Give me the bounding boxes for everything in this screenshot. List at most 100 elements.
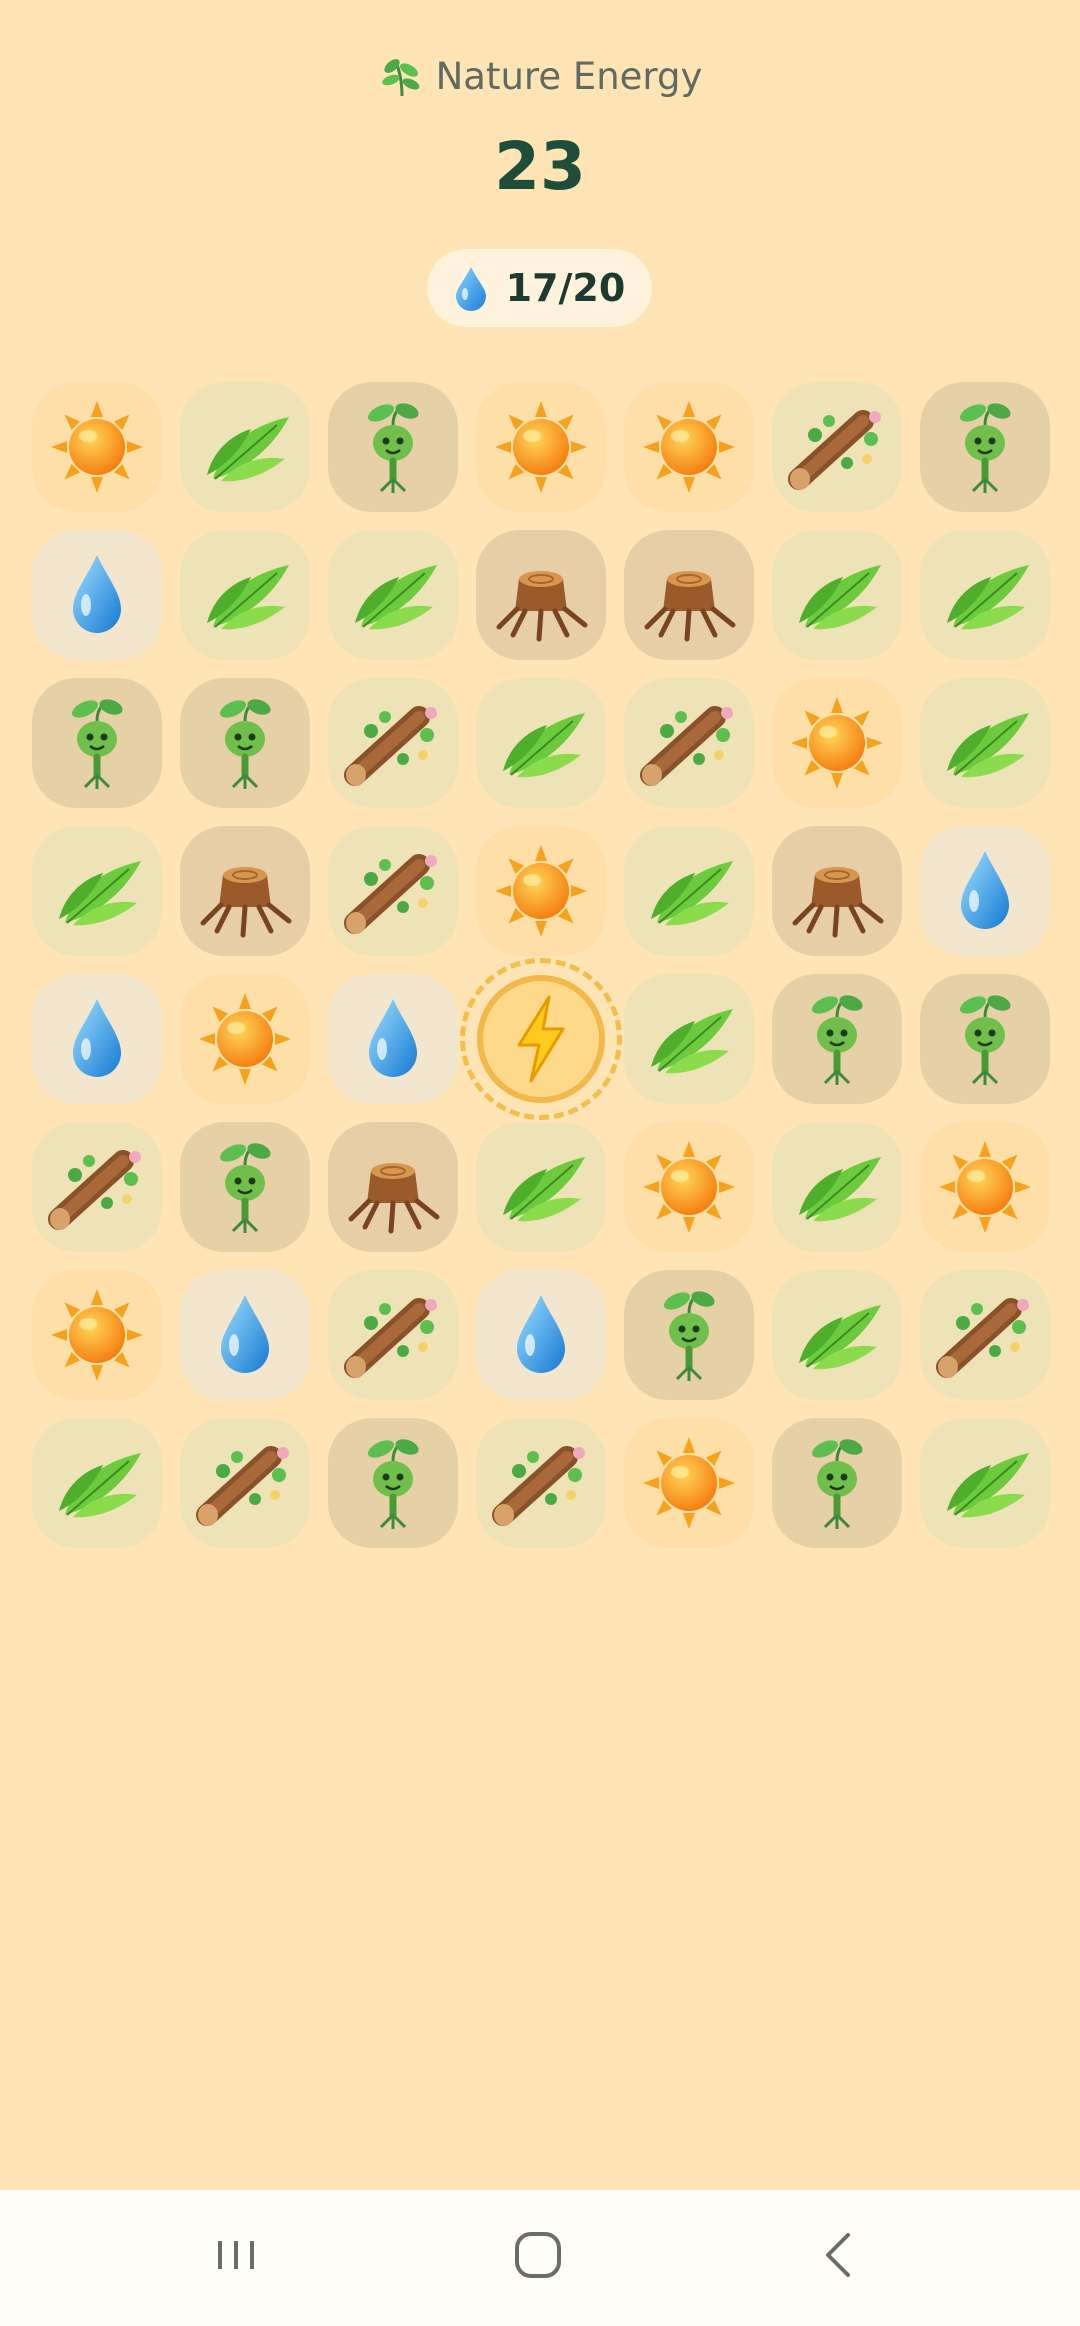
sun-icon xyxy=(643,1141,735,1233)
tile-branch[interactable] xyxy=(476,1418,606,1548)
recent-apps-button[interactable] xyxy=(196,2220,276,2290)
sprout-icon xyxy=(811,995,863,1085)
branch-icon xyxy=(344,1298,437,1378)
tile-branch[interactable] xyxy=(328,1270,458,1400)
tile-sprout[interactable] xyxy=(920,974,1050,1104)
tile-water[interactable] xyxy=(32,530,162,660)
water-drop-icon xyxy=(455,267,486,311)
sprout-icon xyxy=(367,403,419,493)
tile-sprout[interactable] xyxy=(328,382,458,512)
tile-leaf[interactable] xyxy=(772,1270,902,1400)
leaf-icon xyxy=(947,713,1029,778)
tile-leaf[interactable] xyxy=(32,826,162,956)
tile-branch[interactable] xyxy=(32,1122,162,1252)
tile-stump[interactable] xyxy=(624,530,754,660)
leaf-icon xyxy=(503,1157,585,1222)
tile-leaf[interactable] xyxy=(920,530,1050,660)
tile-sun[interactable] xyxy=(772,678,902,808)
tile-leaf[interactable] xyxy=(180,530,310,660)
tile-leaf[interactable] xyxy=(624,974,754,1104)
tile-sun[interactable] xyxy=(624,1418,754,1548)
stump-icon xyxy=(644,571,736,642)
leaf-icon xyxy=(59,861,141,926)
tile-branch[interactable] xyxy=(772,382,902,512)
tile-sun[interactable] xyxy=(624,382,754,512)
tile-leaf[interactable] xyxy=(476,1122,606,1252)
title-row: Nature Energy xyxy=(0,52,1080,100)
tile-sprout[interactable] xyxy=(772,974,902,1104)
water-icon xyxy=(517,1295,565,1373)
stump-icon xyxy=(200,867,292,938)
branch-icon xyxy=(344,854,437,934)
sprout-icon xyxy=(219,1143,271,1233)
tile-stump[interactable] xyxy=(476,530,606,660)
tile-sun[interactable] xyxy=(476,826,606,956)
tile-sun[interactable] xyxy=(920,1122,1050,1252)
tile-sun[interactable] xyxy=(476,382,606,512)
tile-sprout[interactable] xyxy=(920,382,1050,512)
tile-leaf[interactable] xyxy=(328,530,458,660)
game-board xyxy=(30,380,1050,1550)
tile-branch[interactable] xyxy=(920,1270,1050,1400)
branch-icon xyxy=(788,410,881,490)
recent-apps-icon xyxy=(218,2241,254,2269)
tile-sun[interactable] xyxy=(180,974,310,1104)
game-title: Nature Energy xyxy=(435,54,703,98)
tile-water[interactable] xyxy=(180,1270,310,1400)
tile-branch[interactable] xyxy=(328,678,458,808)
leaf-icon xyxy=(799,1157,881,1222)
tile-sun[interactable] xyxy=(624,1122,754,1252)
tile-energy[interactable] xyxy=(460,958,622,1120)
score: 23 xyxy=(494,128,586,205)
tile-water[interactable] xyxy=(476,1270,606,1400)
tile-stump[interactable] xyxy=(180,826,310,956)
sun-icon xyxy=(791,697,883,789)
back-button[interactable] xyxy=(800,2220,880,2290)
sun-icon xyxy=(939,1141,1031,1233)
sprout-icon xyxy=(811,1439,863,1529)
tile-water[interactable] xyxy=(328,974,458,1104)
sun-icon xyxy=(495,401,587,493)
tile-sun[interactable] xyxy=(32,1270,162,1400)
tile-leaf[interactable] xyxy=(32,1418,162,1548)
system-navbar xyxy=(0,2190,1080,2326)
tile-branch[interactable] xyxy=(328,826,458,956)
water-icon xyxy=(73,999,121,1077)
stump-icon xyxy=(496,571,588,642)
leaf-icon xyxy=(799,565,881,630)
leaf-icon xyxy=(651,1009,733,1074)
tile-leaf[interactable] xyxy=(772,1122,902,1252)
tile-leaf[interactable] xyxy=(624,826,754,956)
home-button[interactable] xyxy=(498,2220,578,2290)
sun-icon xyxy=(643,1437,735,1529)
tile-stump[interactable] xyxy=(772,826,902,956)
tile-sprout[interactable] xyxy=(328,1418,458,1548)
tile-leaf[interactable] xyxy=(476,678,606,808)
tile-sprout[interactable] xyxy=(180,678,310,808)
tile-sprout[interactable] xyxy=(624,1270,754,1400)
tile-sprout[interactable] xyxy=(180,1122,310,1252)
sun-icon xyxy=(495,845,587,937)
branch-icon xyxy=(492,1446,585,1526)
leaf-icon xyxy=(651,861,733,926)
leaf-icon xyxy=(503,713,585,778)
leaf-icon xyxy=(207,565,289,630)
tile-leaf[interactable] xyxy=(920,678,1050,808)
sprout-icon xyxy=(367,1439,419,1529)
tile-sprout[interactable] xyxy=(32,678,162,808)
tile-stump[interactable] xyxy=(328,1122,458,1252)
tile-leaf[interactable] xyxy=(772,530,902,660)
tile-leaf[interactable] xyxy=(920,1418,1050,1548)
tile-water[interactable] xyxy=(32,974,162,1104)
sprout-icon xyxy=(219,699,271,789)
herb-icon xyxy=(382,59,419,97)
tile-water[interactable] xyxy=(920,826,1050,956)
tile-leaf[interactable] xyxy=(180,382,310,512)
tile-sprout[interactable] xyxy=(772,1418,902,1548)
tile-sun[interactable] xyxy=(32,382,162,512)
sun-icon xyxy=(643,401,735,493)
home-icon xyxy=(515,2232,561,2278)
tile-branch[interactable] xyxy=(624,678,754,808)
tile-branch[interactable] xyxy=(180,1418,310,1548)
water-icon xyxy=(73,555,121,633)
